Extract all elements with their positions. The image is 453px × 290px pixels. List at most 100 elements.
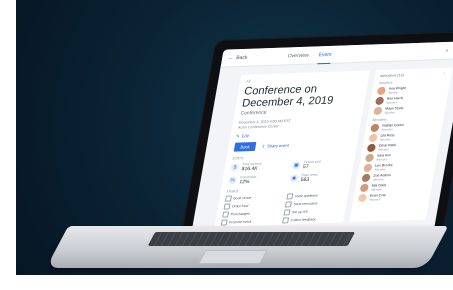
person-text: Evan Cole Attendee [369,193,386,202]
task-label: Invite speakers [294,193,319,199]
task-label: Promote event [228,219,252,225]
topbar-right: ⌕ [445,47,453,53]
search-icon[interactable]: ⌕ [445,47,449,53]
checkbox-icon[interactable] [221,211,230,219]
stat-text: Tickets sold 57 [302,160,322,170]
avatar [359,183,370,193]
avatar [361,173,371,183]
task-item[interactable]: Book venue [224,194,281,203]
person-role: Attendee [372,177,385,182]
stat-value: 12% [238,178,250,186]
person-item[interactable]: Evan Cole Attendee [357,192,426,203]
laptop-lid: ← Back Overview Event ⌕ All Conference o… [178,30,453,253]
eye-icon: ◉ [289,174,299,183]
book-button[interactable]: Book [233,141,257,152]
avatar [376,86,387,96]
checkbox-icon[interactable] [283,209,291,216]
laptop-base [46,226,449,268]
stat-conversion: % Conversion 12% [227,174,285,185]
person-item[interactable]: Mia Clark Attendee [359,182,428,193]
laptop-screen: ← Back Overview Event ⌕ All Conference o… [190,41,453,238]
checkbox-icon[interactable] [223,203,231,211]
person-text: Nathan Green Attendee [381,123,404,132]
top-bar: ← Back Overview Event ⌕ [220,41,453,68]
task-item[interactable]: Send reminders [284,200,341,208]
edit-label: Edit [241,133,250,139]
person-item[interactable]: Sara Kim Attendee [364,152,433,163]
checkbox-icon[interactable] [281,217,290,224]
person-text: Lila Ross Attendee [379,133,394,141]
event-title: Conference on December 4, 2019 [241,83,335,110]
back-arrow-icon: ← [227,54,234,61]
attendees-header: Attendees (14) ⋮ [380,72,447,78]
attendees-title: Attendees (14) [379,73,405,79]
task-label: Order food [231,204,249,209]
edit-link[interactable]: ✎ Edit [235,130,354,139]
avatar [370,123,380,133]
avatar [368,133,378,143]
person-text: Omar Patel Attendee [378,143,397,152]
person-role: Attendee [368,197,381,202]
stat-page-views: ◉ Page views 563 [289,172,346,183]
checkbox-icon[interactable] [284,201,292,208]
person-text: Zoe Adams Attendee [372,173,391,182]
person-text: Maya Stone Speaker [384,106,404,115]
avatar [373,106,383,116]
person-item[interactable]: Nathan Green Attendee [370,122,438,133]
task-item[interactable]: Invite speakers [286,192,342,200]
tab-event[interactable]: Event [317,45,334,64]
task-label: Send reminders [292,201,318,207]
person-item[interactable]: Ben Harris Speaker [374,95,443,106]
person-role: Speaker [384,110,396,115]
stat-text: Page views 563 [300,173,318,183]
pencil-icon: ✎ [235,133,241,139]
stat-value: 57 [302,163,310,170]
share-icon: ⇪ [261,143,266,149]
tasks-list: Book venue Invite speakers Order food Se… [220,192,343,227]
back-label: Back [235,54,248,61]
task-item[interactable]: Print badges [221,210,278,219]
stat-total-revenue: $ Total revenue $16.4K [230,161,287,172]
event-details-card: All Conference on December 4, 2019 Confe… [214,70,371,227]
task-label: Collect feedback [290,217,317,223]
person-item[interactable]: Lila Ross Attendee [368,132,436,143]
person-role: Attendee [377,147,390,152]
person-item[interactable]: Ana Wright Speaker [376,85,445,96]
tab-overview[interactable]: Overview [286,46,310,65]
person-role: Attendee [370,187,383,192]
trackpad [198,250,268,264]
task-item[interactable]: Order food [223,202,279,211]
person-item[interactable]: Maya Stone Speaker [373,105,441,116]
task-item[interactable]: Promote event [220,218,277,227]
avatar [364,153,375,163]
share-event-button[interactable]: ⇪ Share event [261,143,289,149]
checkbox-icon[interactable] [224,195,232,203]
person-role: Speaker [387,90,399,95]
person-role: Speaker [385,100,398,105]
event-actions: Book ⇪ Share event [233,139,352,152]
person-text: Mia Clark Attendee [371,183,387,192]
task-item[interactable]: Collect feedback [281,216,338,224]
task-label: Print badges [230,212,251,217]
tabs: Overview Event [286,45,334,65]
person-role: Attendee [375,157,388,162]
person-item[interactable]: Zoe Adams Attendee [361,172,429,183]
dollar-icon: $ [230,162,240,172]
person-item[interactable]: Leo Brooks Attendee [363,162,431,173]
stat-text: Conversion 12% [239,175,257,185]
more-icon[interactable]: ⋮ [442,72,446,76]
back-link[interactable]: ← Back [228,54,248,61]
task-item[interactable]: Set up A/V [283,208,339,216]
task-label: Set up A/V [291,210,309,215]
person-text: Sara Kim Attendee [376,153,391,161]
share-event-label: Share event [266,142,290,149]
avatar [357,193,368,203]
person-item[interactable]: Omar Patel Attendee [366,142,435,153]
person-role: Attendee [379,137,392,142]
percent-icon: % [227,176,238,185]
ticket-icon: ▣ [291,160,302,170]
checkbox-icon[interactable] [286,193,294,200]
scene: ← Back Overview Event ⌕ All Conference o… [0,0,453,290]
person-text: Ana Wright Speaker [388,86,406,95]
person-text: Ben Harris Speaker [386,96,404,105]
